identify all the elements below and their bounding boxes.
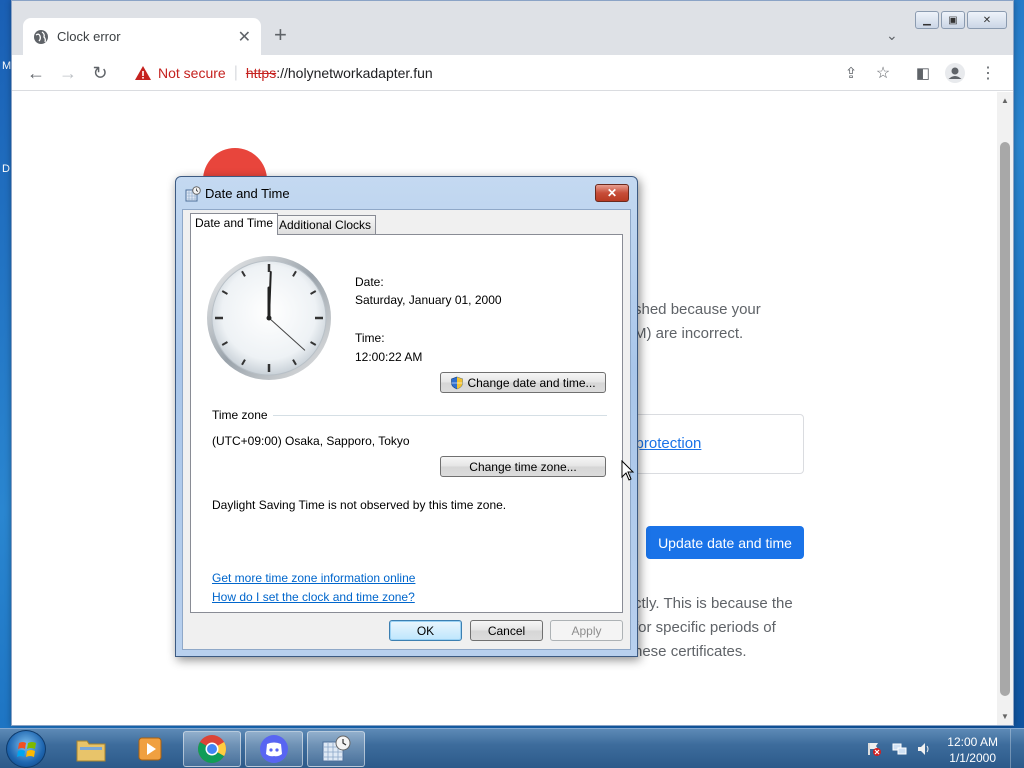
protection-box: d protection [622,414,804,474]
tab-date-and-time[interactable]: Date and Time [190,213,279,235]
change-timezone-button[interactable]: Change time zone... [440,456,606,477]
change-date-time-button[interactable]: Change date and time... [440,372,606,393]
page-text-line: ctly. This is because the [634,595,793,612]
chrome-icon [198,735,226,763]
tab-close-icon[interactable]: ✕ [238,27,251,47]
taskbar-chrome[interactable] [183,731,241,767]
globe-icon [34,29,48,44]
apply-button[interactable]: Apply [550,620,623,641]
dst-note: Daylight Saving Time is not observed by … [212,498,507,512]
tab-title: Clock error [57,29,121,44]
url-scheme: https [245,65,277,81]
taskbar: 12:00 AM 1/1/2000 [0,728,1024,768]
warning-triangle-icon [135,66,151,80]
bookmark-star-icon[interactable]: ☆ [872,62,894,84]
share-icon[interactable]: ⇪ [840,62,862,84]
desktop-icon-label: D [2,163,10,175]
url-separator: | [233,64,238,81]
date-value: Saturday, January 01, 2000 [355,293,502,307]
timezone-value: (UTC+09:00) Osaka, Sapporo, Tokyo [212,434,410,448]
side-panel-icon[interactable]: ◧ [912,62,934,84]
how-to-set-clock-link[interactable]: How do I set the clock and time zone? [212,590,415,604]
browser-toolbar: ← → ↻ Not secure | https ://holynetworka… [12,55,1013,91]
more-timezone-info-link[interactable]: Get more time zone information online [212,571,415,585]
timezone-heading: Time zone [212,408,268,422]
scroll-up-arrow-icon[interactable]: ▲ [1001,96,1009,105]
discord-icon [260,735,288,763]
time-label: Time: [355,331,385,345]
page-text-line: shed because your [634,301,761,318]
page-text-line: hese certificates. [634,643,747,660]
media-player-icon [138,737,162,761]
mouse-cursor-icon [621,460,635,481]
page-scrollbar[interactable]: ▲ ▼ [997,92,1013,725]
network-icon[interactable] [892,741,908,757]
taskbar-clock[interactable]: 12:00 AM 1/1/2000 [947,734,998,766]
clock-center-pin [266,315,272,321]
cancel-button[interactable]: Cancel [470,620,543,641]
maximize-button[interactable]: ▣ [941,11,965,29]
minimize-button[interactable]: ▁ [915,11,939,29]
time-value: 12:00:22 AM [355,350,423,364]
update-date-time-button[interactable]: Update date and time [646,526,804,559]
reload-icon[interactable]: ↻ [89,62,111,84]
calendar-clock-icon [322,735,351,762]
desktop-icon-label: M [2,60,12,72]
taskbar-clock-date: 1/1/2000 [949,751,996,765]
scroll-down-arrow-icon[interactable]: ▼ [1001,712,1009,721]
back-arrow-icon[interactable]: ← [25,62,47,84]
date-label: Date: [355,275,384,289]
forward-arrow-icon[interactable]: → [57,62,79,84]
taskbar-clock-time: 12:00 AM [947,735,998,749]
dialog-title: Date and Time [205,186,290,201]
folder-icon [76,740,106,762]
page-text-line: for specific periods of [634,619,776,636]
ok-button[interactable]: OK [389,620,462,641]
new-tab-button[interactable]: + [274,24,287,46]
profile-avatar-icon[interactable] [944,62,966,84]
volume-icon[interactable] [916,741,932,757]
address-bar[interactable]: Not secure | https ://holynetworkadapter… [124,58,864,88]
tab-strip: Clock error ✕ + ⌄ ▁ ▣ ✕ [12,1,1013,55]
browser-tab[interactable]: Clock error ✕ [23,18,261,55]
action-center-flag-icon[interactable] [866,741,882,757]
not-secure-label: Not secure [158,65,226,81]
windows-logo-icon [17,742,36,757]
calendar-clock-icon [185,186,201,202]
uac-shield-icon [451,376,464,389]
dialog-body: Date and Time Additional Clocks Date: Sa… [182,209,631,650]
url-host: ://holynetworkadapter.fun [276,65,433,81]
taskbar-media-player[interactable] [122,731,180,767]
timezone-divider [273,415,607,416]
window-close-button[interactable]: ✕ [967,11,1007,29]
tab-additional-clocks[interactable]: Additional Clocks [274,215,377,235]
date-time-dialog: Date and Time ✕ Date and Time Additional… [175,176,638,657]
taskbar-explorer[interactable] [62,731,120,767]
tab-search-chevron-icon[interactable]: ⌄ [886,27,898,44]
analog-clock [207,256,331,380]
start-button[interactable] [6,730,46,768]
page-text-line: M) are incorrect. [634,325,744,342]
menu-kebab-icon[interactable]: ⋮ [977,62,999,84]
dialog-close-button[interactable]: ✕ [595,184,629,202]
taskbar-date-time[interactable] [307,731,365,767]
scroll-thumb[interactable] [1000,142,1010,696]
show-desktop-button[interactable] [1010,729,1024,768]
taskbar-discord[interactable] [245,731,303,767]
change-date-time-label: Change date and time... [467,375,596,390]
date-time-panel: Date: Saturday, January 01, 2000 Time: 1… [190,234,623,613]
